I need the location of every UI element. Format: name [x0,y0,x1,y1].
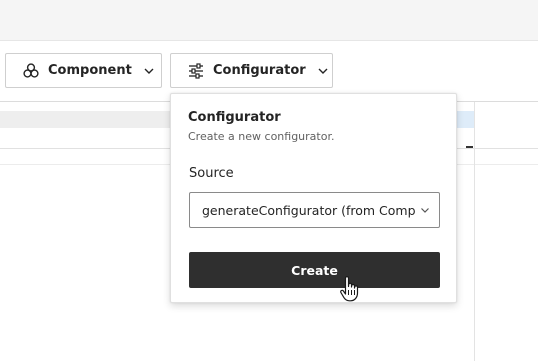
popover-title: Configurator [188,110,281,125]
editor-row-highlight [0,111,180,128]
chevron-down-icon [419,204,431,216]
source-select-value: generateConfigurator (from Comp [202,203,416,218]
editor-column-divider [474,102,475,361]
hand-pointer-icon [339,276,361,302]
create-button[interactable]: Create [189,252,440,288]
component-button-label: Component [48,63,132,78]
chevron-down-icon [316,64,330,78]
source-label: Source [189,166,234,181]
component-cluster-icon [22,62,40,80]
sliders-icon [187,62,205,80]
chevron-down-icon [142,64,156,78]
top-header-strip [0,0,538,41]
configurator-popover: Configurator Create a new configurator. … [170,93,457,303]
popover-subtitle: Create a new configurator. [188,130,335,143]
configurator-button-label: Configurator [213,63,306,78]
component-button[interactable]: Component [5,53,162,88]
configurator-button[interactable]: Configurator [170,53,333,88]
collapse-handle[interactable] [466,146,473,148]
editor-selection-highlight [455,111,475,128]
source-select[interactable]: generateConfigurator (from Comp [189,192,440,228]
